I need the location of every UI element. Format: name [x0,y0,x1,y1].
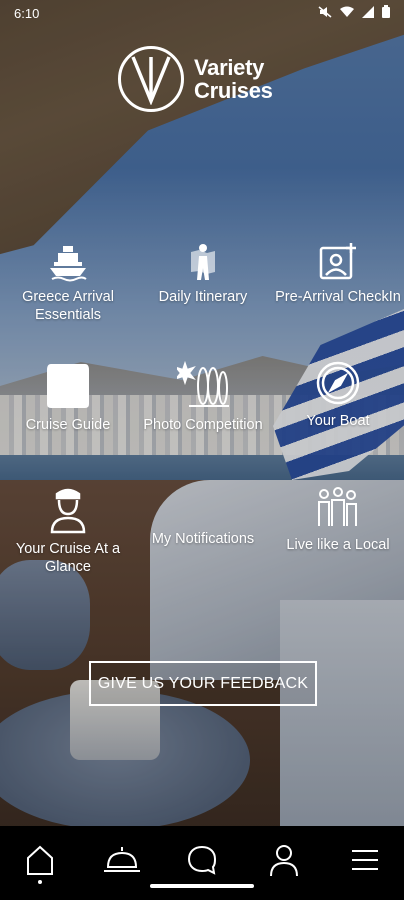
nav-services[interactable] [100,842,144,882]
signal-icon [362,5,374,21]
tile-photo-competition[interactable]: Photo Competition [138,360,268,434]
nav-home[interactable] [18,842,62,882]
active-indicator [38,880,42,884]
status-bar: 6:10 [0,0,404,26]
tile-greece-arrival-essentials[interactable]: Greece Arrival Essentials [3,242,133,324]
nav-chat[interactable] [180,842,224,882]
chat-icon [186,844,218,881]
tile-label: Pre-Arrival CheckIn [275,289,401,305]
ship-icon [48,242,88,282]
tile-my-notifications[interactable]: My Notifications [138,530,268,548]
gesture-bar [150,884,254,888]
nav-menu[interactable] [343,842,387,882]
map-person-icon [183,242,223,282]
background-image [0,0,404,900]
tile-label: Your Cruise At a Glance [15,541,121,575]
wifi-icon [340,6,354,21]
bottom-nav [0,826,404,900]
tile-your-cruise-at-a-glance[interactable]: Your Cruise At a Glance [3,486,133,576]
status-time: 6:10 [14,5,40,21]
tile-daily-itinerary[interactable]: Daily Itinerary [138,242,268,306]
brand-logo: Variety Cruises [118,46,273,112]
cloche-icon [102,845,142,880]
tile-pre-arrival-checkin[interactable]: Pre-Arrival CheckIn [273,242,403,306]
tile-live-like-a-local[interactable]: Live like a Local [273,486,403,554]
tile-label: Your Boat [306,413,370,429]
tile-label: Photo Competition [143,417,263,433]
compass-icon [315,360,361,406]
person-icon [268,843,300,882]
surfboard-icon [174,360,229,410]
menu-icon [350,848,380,877]
logo-line2: Cruises [194,78,273,103]
add-photo-icon [318,242,358,282]
tile-label: Cruise Guide [25,417,111,433]
tile-label: My Notifications [151,531,255,547]
guide-book-icon [45,360,91,410]
logo-line1: Variety [194,55,265,80]
tile-label: Greece Arrival Essentials [22,289,114,323]
people-icon [316,486,360,530]
mute-icon [318,5,332,21]
logo-v-icon [118,46,184,112]
tile-your-boat[interactable]: Your Boat [273,360,403,430]
tile-cruise-guide[interactable]: Cruise Guide [3,360,133,434]
nav-profile[interactable] [262,842,306,882]
tile-label: Daily Itinerary [158,289,248,305]
home-icon [25,844,55,881]
captain-icon [48,486,88,534]
tile-label: Live like a Local [286,537,390,553]
battery-icon [382,5,390,21]
feedback-button[interactable]: GIVE US YOUR FEEDBACK [89,661,317,706]
